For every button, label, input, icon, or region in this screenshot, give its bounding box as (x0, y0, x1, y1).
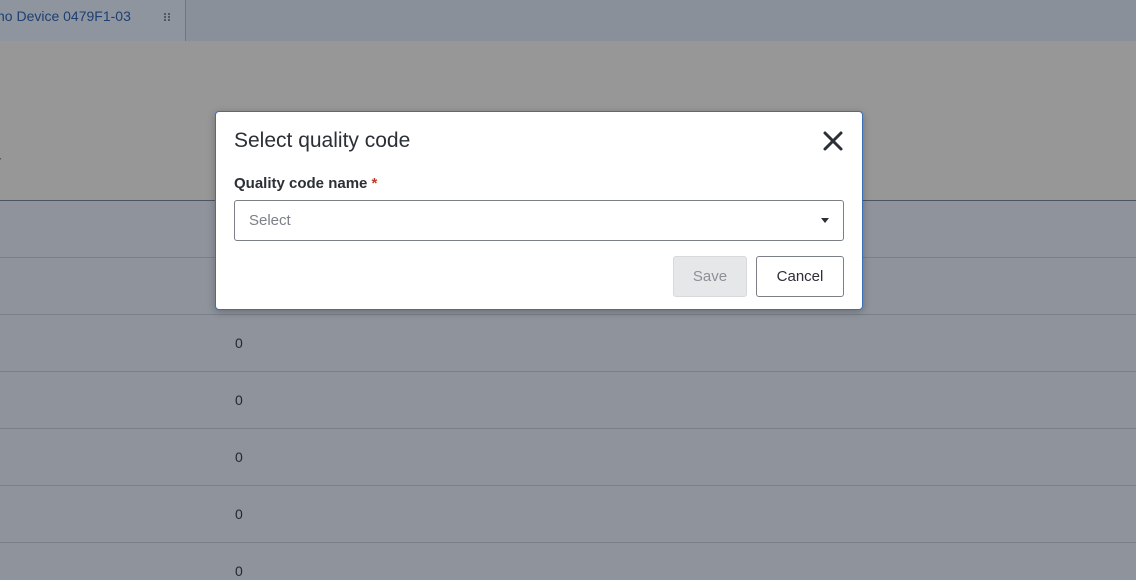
table-cell: 0 (235, 449, 243, 465)
close-icon[interactable] (822, 130, 844, 152)
page: no Device 0479F1-03 0 0 0 0 0 Select qua… (0, 0, 1136, 580)
table-cell: 0 (235, 563, 243, 579)
table-row[interactable]: 0 (0, 543, 1136, 580)
field-label-text: Quality code name (234, 175, 368, 192)
table-row[interactable]: 0 (0, 315, 1136, 372)
table-cell: 0 (235, 335, 243, 351)
cancel-button[interactable]: Cancel (756, 256, 844, 297)
header-glyph (0, 158, 8, 166)
quality-code-select[interactable]: Select (234, 200, 844, 241)
table-cell: 0 (235, 392, 243, 408)
table-row[interactable]: 0 (0, 486, 1136, 543)
table-row[interactable]: 0 (0, 372, 1136, 429)
required-mark: * (371, 175, 378, 192)
select-placeholder: Select (249, 212, 291, 229)
dialog-title: Select quality code (234, 129, 411, 152)
table-row[interactable]: 0 (0, 429, 1136, 486)
drag-handle-icon[interactable] (163, 12, 171, 22)
tab-bar: no Device 0479F1-03 (0, 0, 1136, 41)
tab-label: no Device 0479F1-03 (0, 8, 131, 24)
quality-code-name-label: Quality code name * (234, 175, 377, 192)
table-cell: 0 (235, 506, 243, 522)
chevron-down-icon (821, 218, 829, 223)
select-quality-code-dialog: Select quality code Quality code name * … (215, 111, 863, 310)
tab-device[interactable]: no Device 0479F1-03 (0, 0, 186, 41)
save-button[interactable]: Save (673, 256, 747, 297)
